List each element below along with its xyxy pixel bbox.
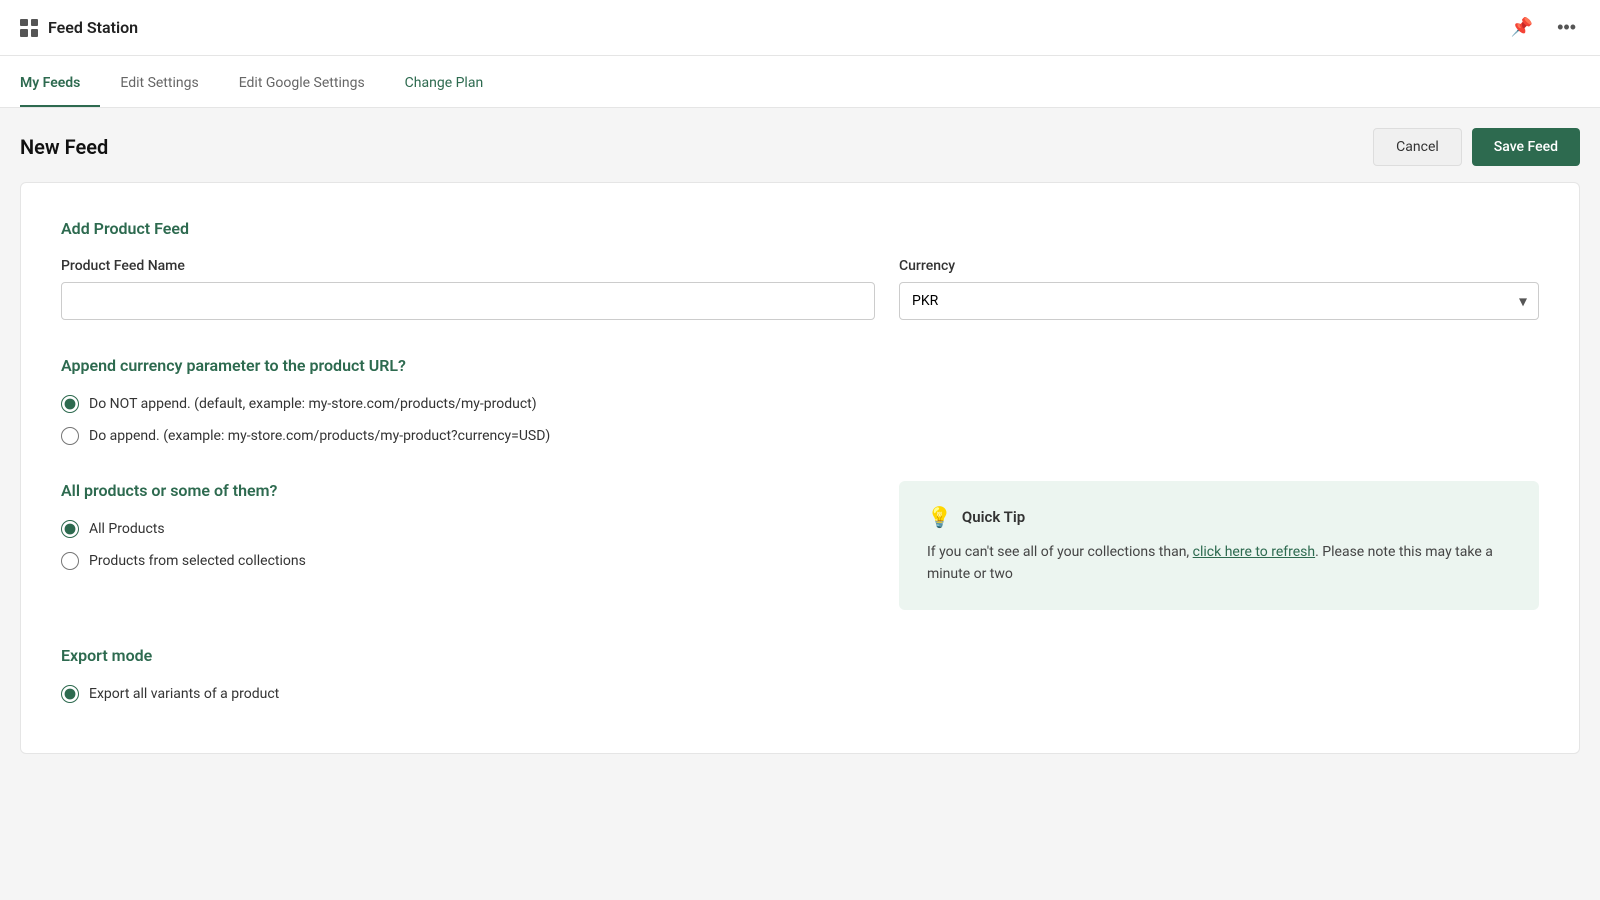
currency-label: Currency bbox=[899, 258, 1539, 274]
form-row-name-currency: Product Feed Name Currency PKR USD EUR G… bbox=[61, 258, 1539, 320]
tab-change-plan[interactable]: Change Plan bbox=[385, 61, 504, 107]
radio-export-all-variants[interactable]: Export all variants of a product bbox=[61, 685, 1539, 703]
more-menu-button[interactable]: ••• bbox=[1553, 13, 1580, 42]
tab-my-feeds[interactable]: My Feeds bbox=[20, 61, 100, 107]
add-product-feed-title: Add Product Feed bbox=[61, 219, 1539, 238]
page-title: New Feed bbox=[20, 135, 108, 159]
radio-all-products-label: All Products bbox=[89, 521, 165, 537]
radio-selected-collections-input[interactable] bbox=[61, 552, 79, 570]
app-logo-icon bbox=[20, 19, 38, 37]
quick-tip-title: Quick Tip bbox=[962, 508, 1025, 526]
header: Feed Station 📌 ••• bbox=[0, 0, 1600, 56]
radio-do-not-append-label: Do NOT append. (default, example: my-sto… bbox=[89, 396, 537, 412]
currency-select-wrapper: PKR USD EUR GBP ▾ bbox=[899, 282, 1539, 320]
form-group-currency: Currency PKR USD EUR GBP ▾ bbox=[899, 258, 1539, 320]
radio-selected-collections[interactable]: Products from selected collections bbox=[61, 552, 875, 570]
quick-tip-text-before: If you can't see all of your collections… bbox=[927, 544, 1193, 560]
append-currency-section: Append currency parameter to the product… bbox=[61, 356, 1539, 445]
radio-do-not-append-input[interactable] bbox=[61, 395, 79, 413]
append-currency-title: Append currency parameter to the product… bbox=[61, 356, 1539, 375]
radio-export-all-variants-label: Export all variants of a product bbox=[89, 686, 279, 702]
lightbulb-icon: 💡 bbox=[927, 505, 952, 529]
export-mode-section: Export mode Export all variants of a pro… bbox=[61, 646, 1539, 703]
currency-select[interactable]: PKR USD EUR GBP bbox=[899, 282, 1539, 320]
quick-tip-container: 💡 Quick Tip If you can't see all of your… bbox=[899, 481, 1539, 610]
header-left: Feed Station bbox=[20, 18, 138, 37]
nav-tabs: My Feeds Edit Settings Edit Google Setti… bbox=[0, 56, 1600, 108]
main-card: Add Product Feed Product Feed Name Curre… bbox=[20, 182, 1580, 754]
form-group-product-feed-name: Product Feed Name bbox=[61, 258, 875, 320]
radio-do-not-append[interactable]: Do NOT append. (default, example: my-sto… bbox=[61, 395, 1539, 413]
tab-edit-settings[interactable]: Edit Settings bbox=[100, 61, 218, 107]
export-mode-title: Export mode bbox=[61, 646, 1539, 665]
products-section-left: All products or some of them? All Produc… bbox=[61, 481, 875, 610]
pin-button[interactable]: 📌 bbox=[1507, 13, 1537, 42]
app-title: Feed Station bbox=[48, 18, 138, 37]
save-feed-button[interactable]: Save Feed bbox=[1472, 128, 1580, 166]
product-feed-name-label: Product Feed Name bbox=[61, 258, 875, 274]
radio-do-append[interactable]: Do append. (example: my-store.com/produc… bbox=[61, 427, 1539, 445]
products-section-row: All products or some of them? All Produc… bbox=[61, 481, 1539, 610]
radio-do-append-input[interactable] bbox=[61, 427, 79, 445]
all-products-title: All products or some of them? bbox=[61, 481, 875, 500]
header-right: 📌 ••• bbox=[1507, 13, 1580, 42]
radio-do-append-label: Do append. (example: my-store.com/produc… bbox=[89, 428, 550, 444]
cancel-button[interactable]: Cancel bbox=[1373, 128, 1462, 166]
quick-tip-text: If you can't see all of your collections… bbox=[927, 541, 1511, 586]
page-header-actions: Cancel Save Feed bbox=[1373, 128, 1580, 166]
radio-all-products[interactable]: All Products bbox=[61, 520, 875, 538]
product-feed-name-input[interactable] bbox=[61, 282, 875, 320]
content-wrapper: New Feed Cancel Save Feed Add Product Fe… bbox=[0, 108, 1600, 774]
quick-tip-header: 💡 Quick Tip bbox=[927, 505, 1511, 529]
tab-edit-google-settings[interactable]: Edit Google Settings bbox=[219, 61, 385, 107]
radio-selected-collections-label: Products from selected collections bbox=[89, 553, 306, 569]
radio-export-all-variants-input[interactable] bbox=[61, 685, 79, 703]
radio-all-products-input[interactable] bbox=[61, 520, 79, 538]
refresh-link[interactable]: click here to refresh bbox=[1193, 544, 1315, 560]
quick-tip-box: 💡 Quick Tip If you can't see all of your… bbox=[899, 481, 1539, 610]
page-header: New Feed Cancel Save Feed bbox=[20, 128, 1580, 166]
